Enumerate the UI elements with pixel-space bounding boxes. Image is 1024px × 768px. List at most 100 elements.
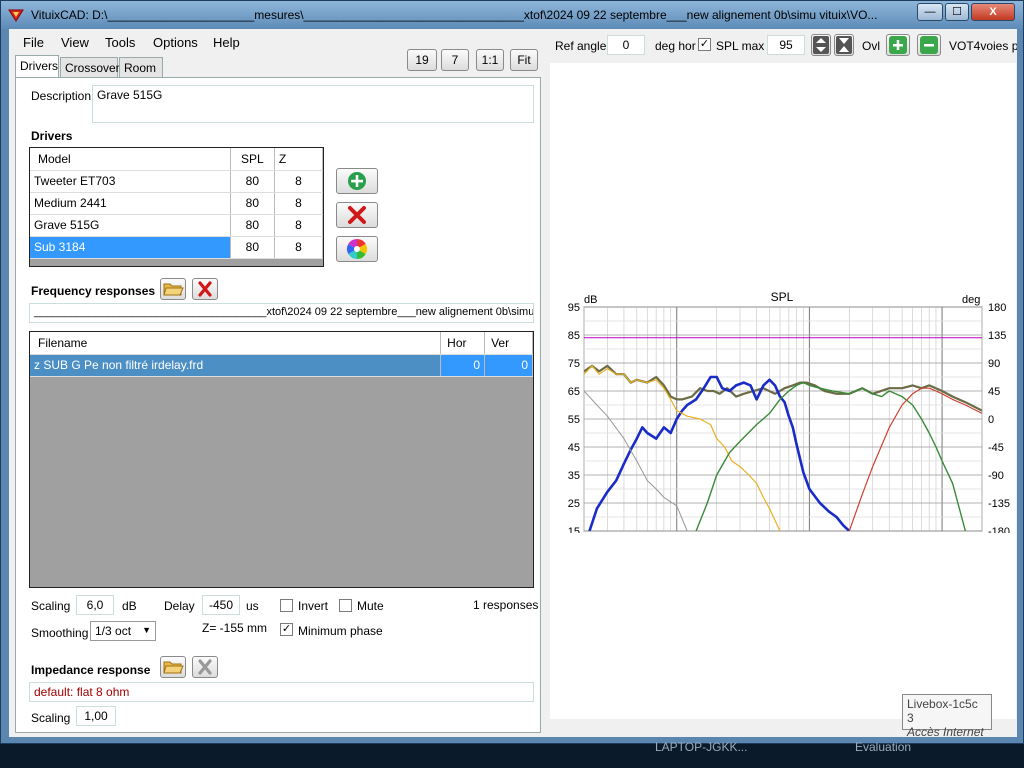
y-tick-label: 75 (568, 358, 580, 370)
minimum-phase-checkbox[interactable]: ✓ (280, 623, 293, 636)
driver-spl[interactable]: 80 (230, 192, 275, 215)
table-row[interactable]: Tweeter ET703 80 8 (30, 170, 324, 193)
menu-file[interactable]: File (23, 35, 44, 50)
invert-checkbox[interactable] (280, 599, 293, 612)
minus-icon (920, 36, 938, 54)
remove-overlay-button[interactable] (917, 34, 941, 56)
table-row-selected[interactable]: z SUB G Pe non filtré irdelay.frd 0 0 (30, 354, 533, 377)
minimum-phase-label: Minimum phase (298, 624, 383, 638)
project-name: VOT4voies pe (949, 39, 1017, 53)
delete-driver-button[interactable] (336, 202, 378, 228)
col-filename[interactable]: Filename (30, 332, 442, 355)
folder-open-icon (163, 661, 184, 674)
frd-hor[interactable]: 0 (440, 354, 486, 377)
impedance-scaling-input[interactable]: 1,00 (76, 706, 116, 726)
spl-max-fit-button[interactable] (834, 34, 854, 56)
delay-label: Delay (164, 599, 195, 613)
table-row[interactable]: Grave 515G 80 8 (30, 214, 324, 237)
y2-tick-label: 90 (988, 358, 1000, 370)
remove-frd-button[interactable] (192, 278, 218, 300)
drivers-heading: Drivers (31, 129, 73, 143)
tab-drivers[interactable]: Drivers (15, 55, 59, 77)
col-z[interactable]: Z (274, 148, 324, 171)
driver-spl[interactable]: 80 (230, 170, 275, 193)
y2-tick-label: 135 (988, 330, 1006, 342)
title-bar[interactable]: VituixCAD: D:\______________________mesu… (1, 1, 1023, 29)
zoom-1to1-button[interactable]: 1:1 (476, 49, 504, 71)
spl-chart[interactable]: 20Hz501002005001k2k5k10k20k9585756555453… (550, 63, 1016, 548)
driver-model[interactable]: Grave 515G (30, 214, 231, 237)
taskbar-device-label: LAPTOP-JGKK... (655, 740, 748, 754)
drivers-panel: Description Grave 515G Drivers Model SPL… (15, 77, 541, 733)
col-hor[interactable]: Hor (440, 332, 486, 355)
driver-z[interactable]: 8 (274, 192, 324, 215)
mute-checkbox[interactable] (339, 599, 352, 612)
open-zma-button[interactable] (160, 656, 186, 678)
zoom-7-button[interactable]: 7 (441, 49, 469, 71)
zoom-fit-button[interactable]: Fit (510, 49, 538, 71)
spl-max-checkbox[interactable]: ✓ (698, 38, 711, 51)
remove-zma-button[interactable] (192, 656, 218, 678)
driver-spl[interactable]: 80 (230, 214, 275, 237)
open-frd-button[interactable] (160, 278, 186, 300)
color-wheel-icon (346, 238, 368, 260)
menu-view[interactable]: View (61, 35, 89, 50)
driver-z[interactable]: 8 (274, 236, 324, 259)
y2-tick-label: -45 (988, 442, 1004, 454)
plus-circle-icon (348, 172, 366, 190)
menu-tools[interactable]: Tools (105, 35, 135, 50)
tab-room[interactable]: Room (119, 57, 163, 77)
window-title: VituixCAD: D:\______________________mesu… (31, 8, 878, 22)
zoom-19-button[interactable]: 19 (407, 49, 437, 71)
scaling-input[interactable]: 6,0 (76, 595, 114, 615)
ref-angle-label: Ref angle (555, 39, 607, 53)
description-input[interactable]: Grave 515G (92, 85, 534, 123)
responses-count: 1 responses (473, 598, 539, 612)
y2-tick-label: -90 (988, 470, 1004, 482)
smoothing-select[interactable]: 1/3 oct ▼ (90, 621, 156, 641)
close-button[interactable]: X (971, 3, 1015, 21)
add-overlay-button[interactable] (886, 34, 910, 56)
y-tick-label: 15 (568, 526, 580, 533)
y-axis-unit: dB (584, 294, 597, 306)
table-row[interactable]: Medium 2441 80 8 (30, 192, 324, 215)
y-tick-label: 45 (568, 442, 580, 454)
driver-spl[interactable]: 80 (230, 236, 275, 259)
col-ver[interactable]: Ver (484, 332, 533, 355)
spl-max-stepper[interactable] (811, 34, 831, 56)
driver-z[interactable]: 8 (274, 170, 324, 193)
col-model[interactable]: Model (30, 148, 231, 171)
scaling-unit: dB (122, 599, 137, 613)
col-spl[interactable]: SPL (230, 148, 275, 171)
spl-max-input[interactable]: 95 (767, 35, 805, 55)
y-tick-label: 55 (568, 414, 580, 426)
red-x-icon (198, 281, 212, 297)
driver-color-button[interactable] (336, 236, 378, 262)
y-tick-label: 95 (568, 302, 580, 314)
maximize-button[interactable]: ☐ (945, 3, 969, 21)
impedance-field[interactable]: default: flat 8 ohm (29, 682, 534, 702)
driver-model[interactable]: Sub 3184 (30, 236, 231, 259)
driver-model[interactable]: Medium 2441 (30, 192, 231, 215)
frd-ver[interactable]: 0 (484, 354, 533, 377)
driver-z[interactable]: 8 (274, 214, 324, 237)
y-tick-label: 25 (568, 498, 580, 510)
description-label: Description (31, 89, 92, 103)
minimize-button[interactable]: — (917, 3, 943, 21)
delay-input[interactable]: -450 (202, 595, 240, 615)
tab-crossover[interactable]: Crossover (60, 57, 120, 77)
spl-chart-panel[interactable]: 20Hz501002005001k2k5k10k20k9585756555453… (550, 63, 1016, 719)
frd-filename[interactable]: z SUB G Pe non filtré irdelay.frd (30, 354, 442, 377)
impedance-scaling-label: Scaling (31, 711, 71, 725)
frd-path-field[interactable]: ______________________________________xt… (29, 303, 534, 323)
network-name: Livebox-1c5c (907, 697, 978, 711)
driver-model[interactable]: Tweeter ET703 (30, 170, 231, 193)
menu-help[interactable]: Help (213, 35, 240, 50)
table-row-selected[interactable]: Sub 3184 80 8 (30, 236, 324, 259)
chart-grid (583, 306, 983, 532)
menu-options[interactable]: Options (153, 35, 198, 50)
invert-label: Invert (298, 599, 329, 613)
add-driver-button[interactable] (336, 168, 378, 194)
ref-angle-input[interactable]: 0 (607, 35, 645, 55)
app-window: VituixCAD: D:\______________________mesu… (0, 0, 1024, 744)
